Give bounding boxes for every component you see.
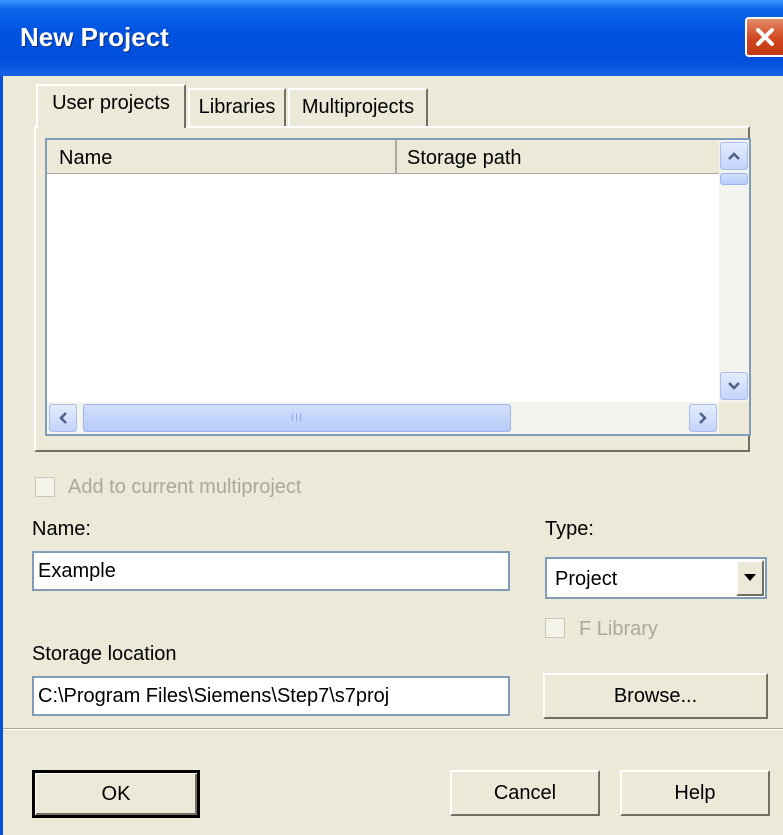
tab-multiprojects[interactable]: Multiprojects (288, 88, 428, 128)
name-label: Name: (32, 518, 91, 540)
add-to-multiproject-checkbox[interactable] (35, 477, 55, 497)
dropdown-arrow-icon (744, 574, 756, 581)
chevron-right-icon (699, 412, 707, 424)
f-library-label: F Library (579, 618, 658, 640)
scrollbar-corner (719, 402, 749, 434)
column-header-name[interactable]: Name (47, 140, 397, 174)
help-button[interactable]: Help (620, 770, 770, 816)
type-select-value: Project (555, 568, 618, 590)
scroll-left-button[interactable] (49, 404, 77, 432)
scroll-up-button[interactable] (720, 142, 748, 170)
tab-user-projects[interactable]: User projects (36, 84, 186, 128)
column-header-storage-path[interactable]: Storage path (397, 140, 719, 174)
browse-button[interactable]: Browse... (543, 673, 768, 719)
scroll-down-button[interactable] (720, 372, 748, 400)
cancel-button[interactable]: Cancel (450, 770, 600, 816)
close-button[interactable] (745, 17, 783, 57)
add-to-multiproject-label: Add to current multiproject (68, 476, 302, 498)
vertical-scroll-thumb[interactable] (720, 173, 748, 185)
project-list[interactable]: Name Storage path III (45, 138, 751, 436)
storage-location-label: Storage location (32, 643, 177, 665)
type-dropdown-button[interactable] (736, 560, 764, 596)
separator (3, 728, 783, 730)
chevron-up-icon (728, 152, 740, 160)
scroll-thumb-grip: III (290, 412, 304, 424)
horizontal-scroll-thumb[interactable]: III (83, 404, 511, 432)
vertical-scrollbar[interactable] (719, 140, 749, 402)
type-label: Type: (545, 518, 594, 540)
chevron-left-icon (59, 412, 67, 424)
scroll-right-button[interactable] (689, 404, 717, 432)
window-frame (0, 76, 3, 835)
type-select[interactable]: Project (545, 557, 767, 599)
storage-location-input[interactable]: C:\Program Files\Siemens\Step7\s7proj (32, 676, 510, 716)
name-input[interactable]: Example (32, 551, 510, 591)
horizontal-scrollbar[interactable]: III (47, 402, 719, 434)
title-bar: New Project (0, 0, 783, 76)
chevron-down-icon (728, 382, 740, 390)
close-icon (756, 28, 774, 46)
list-header: Name Storage path (47, 140, 719, 174)
ok-button[interactable]: OK (32, 770, 200, 818)
window-title: New Project (20, 22, 169, 52)
tab-libraries[interactable]: Libraries (188, 88, 286, 128)
f-library-checkbox[interactable] (545, 618, 565, 638)
